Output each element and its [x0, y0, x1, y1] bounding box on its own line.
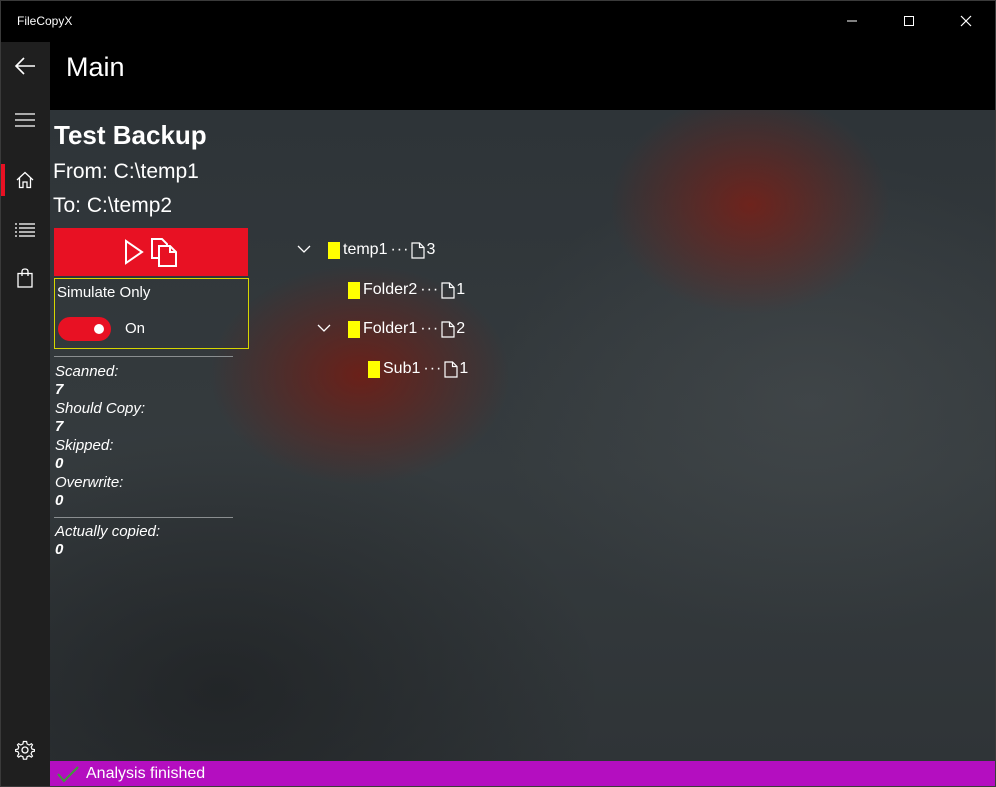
tree-node-file-count: 1 [459, 360, 469, 377]
back-button[interactable] [0, 42, 50, 90]
tree-node-separator: ··· [420, 281, 440, 298]
chevron-down-icon[interactable] [296, 241, 312, 257]
gear-icon [15, 740, 35, 760]
main-content-area [50, 110, 996, 761]
stat-overwrite-label: Overwrite: [55, 474, 124, 491]
page-header: Main [50, 42, 996, 110]
file-icon [441, 281, 455, 299]
toggle-state-label: On [125, 320, 146, 337]
stat-scanned-value: 7 [55, 381, 64, 398]
tree-node-name: Folder2 [363, 281, 418, 298]
stat-skipped-value: 0 [55, 455, 64, 472]
tree-node-file-count: 3 [426, 241, 436, 258]
tree-node-separator: ··· [420, 320, 440, 337]
run-copy-button[interactable] [54, 228, 248, 276]
destination-path: To: C:\temp2 [53, 194, 173, 217]
stat-actually-copied-value: 0 [55, 541, 64, 558]
stat-skipped-label: Skipped: [55, 437, 114, 454]
stats-divider-top [54, 356, 233, 357]
minimize-button[interactable] [823, 0, 881, 42]
tree-node-name: temp1 [343, 241, 388, 258]
tree-node-name: Folder1 [363, 320, 418, 337]
source-path: From: C:\temp1 [53, 160, 199, 183]
folder-icon [328, 241, 340, 259]
checkmark-icon [57, 766, 79, 783]
folder-icon [368, 360, 380, 378]
title-bar: FileCopyX [0, 0, 996, 42]
folder-icon [348, 320, 360, 338]
chevron-down-icon[interactable] [316, 320, 332, 336]
stat-should-copy-value: 7 [55, 418, 64, 435]
hamburger-menu-icon [15, 113, 35, 127]
tree-node-name: Sub1 [383, 360, 421, 377]
maximize-button[interactable] [880, 0, 938, 42]
task-name: Test Backup [54, 120, 207, 150]
status-bar: Analysis finished [50, 761, 996, 787]
toggle-knob [94, 324, 104, 334]
stats-divider-bottom [54, 517, 233, 518]
close-icon [960, 15, 972, 27]
file-icon [441, 320, 455, 338]
settings-button[interactable] [0, 726, 50, 774]
nav-item-list[interactable] [0, 206, 50, 254]
stat-should-copy-label: Should Copy: [55, 400, 146, 417]
simulate-only-group: Simulate Only On [54, 278, 249, 349]
minimize-icon [847, 20, 857, 22]
tree-node-file-count: 2 [456, 320, 466, 337]
shopping-bag-icon [17, 268, 33, 288]
tree-node-separator: ··· [390, 241, 410, 258]
nav-item-store[interactable] [0, 254, 50, 302]
play-icon [125, 239, 144, 265]
simulate-only-toggle[interactable] [58, 317, 111, 341]
navigation-pane [0, 42, 50, 787]
page-title: Main [66, 52, 125, 82]
list-icon [15, 223, 35, 237]
stat-overwrite-value: 0 [55, 492, 64, 509]
home-icon [16, 171, 34, 189]
app-title: FileCopyX [17, 14, 73, 28]
maximize-icon [904, 16, 914, 26]
nav-item-home[interactable] [0, 156, 50, 204]
status-message: Analysis finished [86, 765, 206, 782]
file-icon [444, 360, 458, 378]
tree-node-folder1[interactable]: Folder1 ··· 2 [348, 317, 465, 341]
file-icon [411, 241, 426, 259]
back-arrow-icon [14, 57, 35, 75]
tree-node-file-count: 1 [456, 281, 466, 298]
copy-icon [151, 238, 177, 267]
simulate-only-label: Simulate Only [57, 284, 151, 301]
menu-toggle-button[interactable] [0, 96, 50, 144]
stat-actually-copied-label: Actually copied: [55, 523, 161, 540]
folder-icon [348, 281, 360, 299]
close-button[interactable] [937, 0, 995, 42]
tree-node-separator: ··· [423, 360, 443, 377]
stat-scanned-label: Scanned: [55, 363, 119, 380]
tree-node-temp1[interactable]: temp1 ··· 3 [328, 238, 435, 262]
tree-node-sub1[interactable]: Sub1 ··· 1 [368, 357, 468, 381]
tree-node-folder2[interactable]: Folder2 ··· 1 [348, 278, 465, 302]
